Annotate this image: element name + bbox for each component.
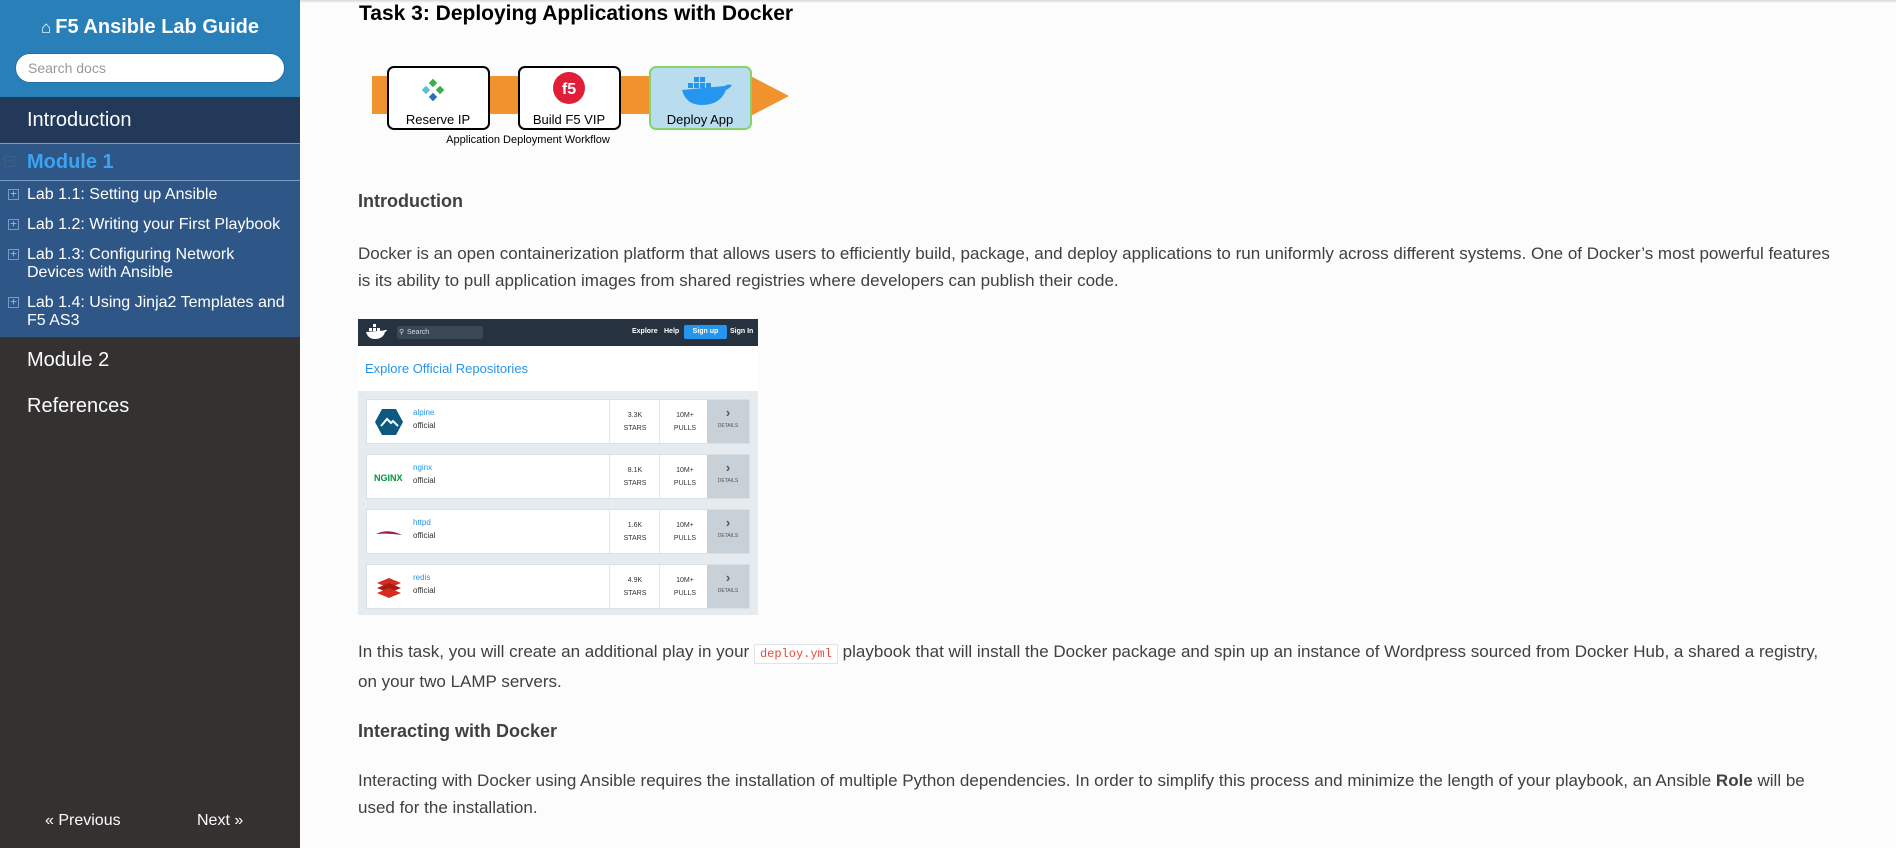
- docker-hub-screenshot: ⚲ Search Explore Help Sign up Sign In Exp…: [358, 319, 758, 615]
- f5-logo-icon: f5: [553, 72, 585, 104]
- nav-module-1[interactable]: – Module 1: [0, 143, 300, 181]
- workflow-diagram: f5 Reserve IP Build F5 VIP Deploy App Ap…: [364, 63, 844, 153]
- task-paragraph: In this task, you will create an additio…: [358, 642, 1819, 691]
- chevron-right-icon: ›: [725, 405, 731, 420]
- workflow-step-label: Reserve IP: [406, 112, 470, 127]
- repo-sub: official: [413, 586, 436, 595]
- nav-references[interactable]: References: [0, 383, 300, 429]
- repo-details: › DETAILS: [707, 565, 749, 608]
- expand-icon[interactable]: +: [8, 188, 19, 200]
- hub-title: Explore Official Repositories: [365, 361, 529, 376]
- workflow-graphic: f5 Reserve IP Build F5 VIP Deploy App: [372, 66, 789, 130]
- search-icon: ⚲: [399, 329, 405, 336]
- hub-nav-signin: Sign In: [730, 328, 754, 335]
- workflow-step-label: Build F5 VIP: [533, 112, 605, 127]
- repo-pulls: 10M+: [676, 467, 694, 474]
- hub-signup: Sign up: [684, 325, 727, 339]
- svg-text:NGINX: NGINX: [374, 473, 403, 483]
- repo-pulls: 10M+: [676, 412, 694, 419]
- repo-row: NGINX nginx official 8.1K STARS 10M+ PULLS…: [366, 454, 750, 499]
- hub-nav-help: Help: [664, 328, 680, 335]
- section-heading-interacting-with-docker: Interacting with Docker: [358, 721, 558, 741]
- nginx-logo-icon: NGINX: [374, 473, 403, 483]
- nav-lab-label: Lab 1.1: Setting up Ansible: [27, 186, 218, 203]
- section-heading-introduction: Introduction: [358, 191, 463, 211]
- repo-row: alpine official 3.3K STARS 10M+ PULLS › DET…: [366, 399, 750, 444]
- sidebar: ⌂F5 Ansible Lab Guide Introduction –Modu…: [0, 0, 300, 848]
- home-icon: ⌂: [40, 18, 52, 37]
- nav-lab-1-1[interactable]: + Lab 1.1: Setting up Ansible: [0, 184, 300, 206]
- chevron-right-icon: ›: [725, 570, 731, 585]
- nav-lab-label: Lab 1.4: Using Jinja2 Templates and F5 A…: [27, 294, 285, 329]
- page-title: Task 3: Deploying Applications with Dock…: [359, 2, 794, 25]
- repo-stars: 4.9K: [627, 577, 643, 584]
- hub-nav-explore: Explore: [632, 328, 658, 335]
- hub-repo-list: alpine official 3.3K STARS 10M+ PULLS › DET…: [358, 391, 758, 615]
- repo-name: nginx: [413, 463, 433, 472]
- workflow-step-label: Deploy App: [667, 112, 734, 127]
- nav-lab-1-2[interactable]: + Lab 1.2: Writing your First Playbook: [0, 214, 300, 236]
- workflow-caption: Application Deployment Workflow: [446, 134, 610, 146]
- intro-paragraph: Docker is an open containerization platf…: [358, 244, 1830, 290]
- nav-lab-1-4[interactable]: + Lab 1.4: Using Jinja2 Templates and F5 …: [0, 292, 300, 332]
- nav-lab-1-3[interactable]: + Lab 1.3: Configuring Network Devices wi…: [0, 244, 300, 284]
- hub-search-box: ⚲ Search: [397, 326, 483, 339]
- repo-row: redis official 4.9K STARS 10M+ PULLS › DETA…: [366, 564, 750, 609]
- repo-stars: 1.6K: [627, 522, 643, 529]
- site-brand-label: F5 Ansible Lab Guide: [55, 16, 259, 38]
- repo-stars: 3.3K: [627, 412, 643, 419]
- svg-text:f5: f5: [562, 81, 576, 98]
- repo-pulls: 10M+: [676, 522, 694, 529]
- expand-icon[interactable]: +: [8, 248, 19, 260]
- pager: « Previous Next »: [0, 812, 300, 834]
- nav-introduction[interactable]: Introduction: [0, 97, 300, 143]
- repo-stars: 8.1K: [627, 467, 643, 474]
- sidebar-header: ⌂ F5 Ansible Lab Guide: [0, 0, 300, 97]
- role-emphasis: Role: [1715, 771, 1753, 790]
- repo-pulls: 10M+: [676, 577, 694, 584]
- expand-icon[interactable]: +: [8, 296, 19, 308]
- repo-sub: official: [413, 476, 436, 485]
- docker-logo-icon: [366, 324, 387, 339]
- docker-paragraph: Interacting with Docker using Ansible re…: [358, 771, 1805, 817]
- previous-link[interactable]: « Previous: [45, 812, 121, 830]
- collapse-icon[interactable]: –: [4, 155, 15, 167]
- expand-icon[interactable]: +: [8, 218, 19, 230]
- repo-sub: official: [413, 531, 436, 540]
- httpd-feather-icon: [376, 531, 402, 535]
- repo-name: httpd: [413, 518, 431, 527]
- nav-lab-label: Lab 1.3: Configuring Network Devices wit…: [27, 246, 235, 281]
- next-link[interactable]: Next »: [197, 812, 243, 830]
- search-docs-input[interactable]: [15, 53, 285, 83]
- nav-module-1-label: Module 1: [27, 151, 114, 173]
- chevron-right-icon: ›: [725, 460, 731, 475]
- repo-sub: official: [413, 421, 436, 430]
- repo-details: › DETAILS: [707, 510, 749, 553]
- redis-logo-icon: [377, 578, 401, 598]
- repo-details: › DETAILS: [707, 455, 749, 498]
- docker-hub-navbar: ⚲ Search Explore Help Sign up Sign In: [358, 319, 758, 346]
- nav-lab-label: Lab 1.2: Writing your First Playbook: [27, 216, 281, 233]
- repo-name: alpine: [413, 408, 435, 417]
- site-brand-link[interactable]: ⌂ F5 Ansible Lab Guide: [0, 0, 300, 39]
- nav-module-2[interactable]: Module 2: [0, 337, 300, 383]
- repo-name: redis: [413, 573, 431, 582]
- alpine-logo-icon: [375, 409, 403, 435]
- chevron-right-icon: ›: [725, 515, 731, 530]
- inline-code-deploy-yml: deploy.yml: [753, 644, 838, 664]
- repo-details: › DETAILS: [707, 400, 749, 443]
- repo-row: httpd official 1.6K STARS 10M+ PULLS › DETA…: [366, 509, 750, 554]
